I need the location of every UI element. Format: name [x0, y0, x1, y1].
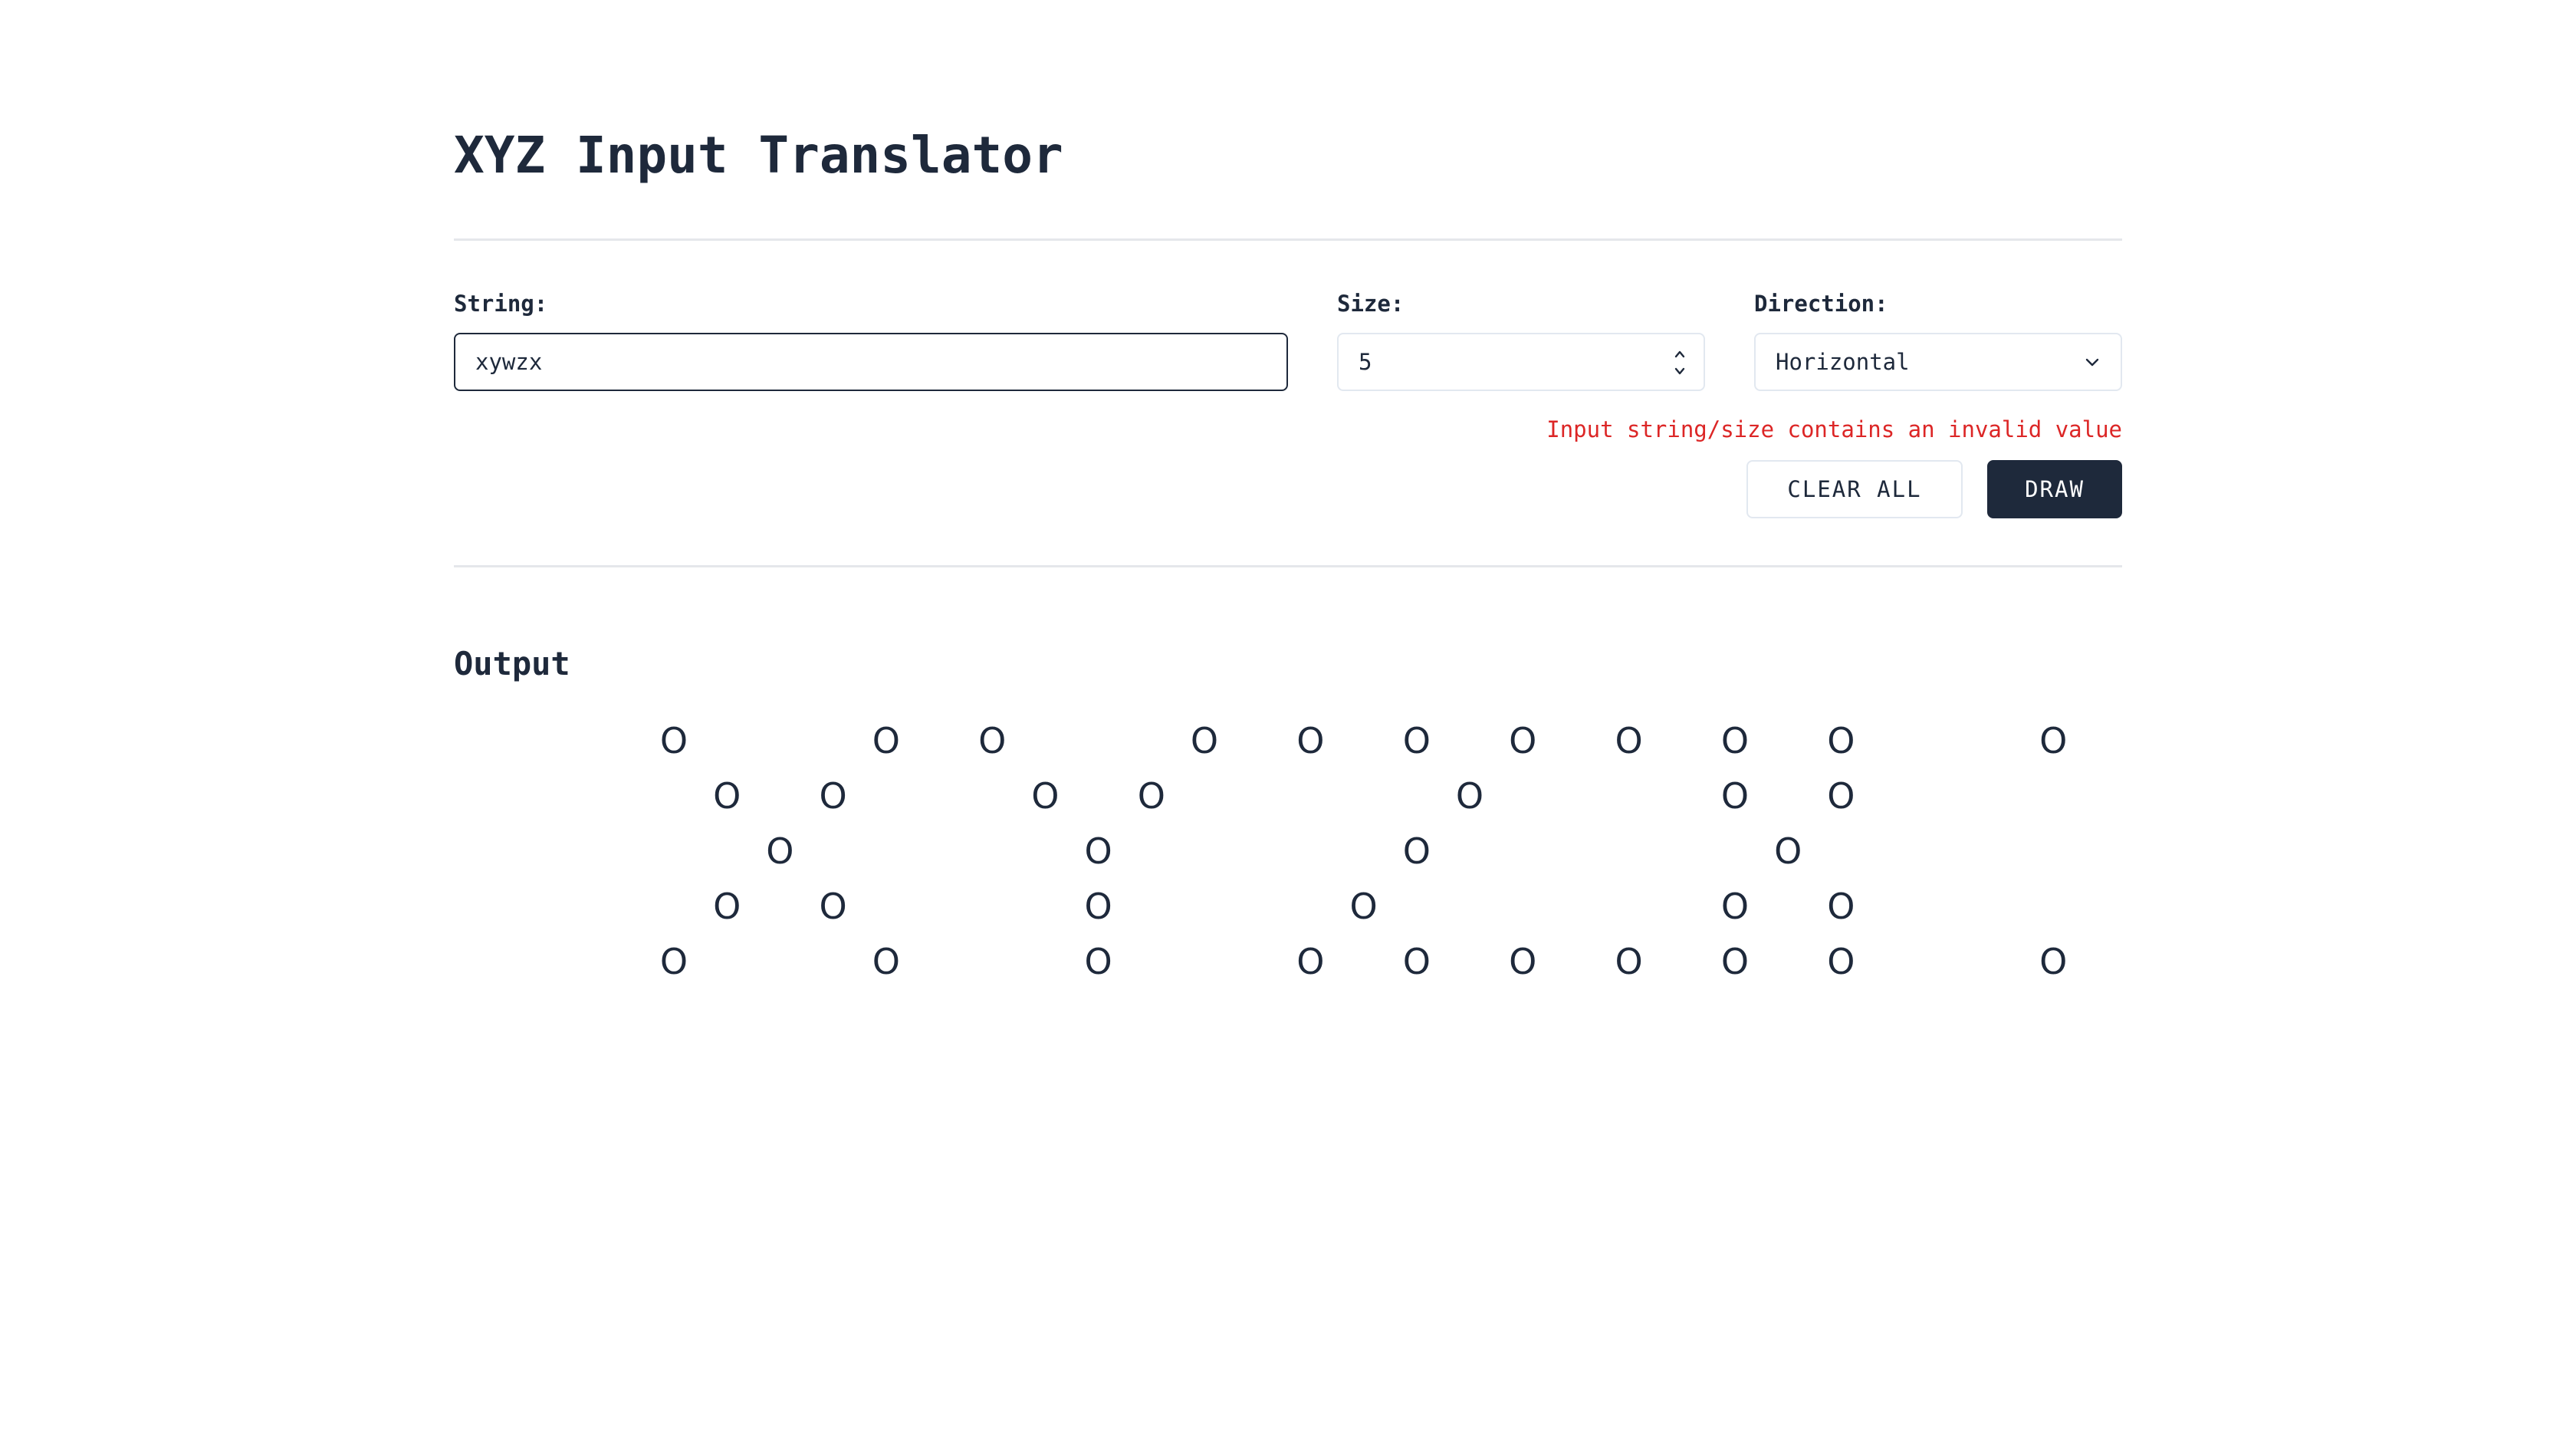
output-cell: O: [713, 775, 741, 817]
output-cell: O: [1827, 720, 1855, 761]
output-cell: O: [1720, 941, 1750, 982]
size-input[interactable]: 5: [1337, 333, 1705, 391]
output-cell: O: [1455, 775, 1484, 817]
output-cell: O: [872, 720, 900, 761]
output-cell: O: [1720, 775, 1750, 817]
output-cell: O: [2039, 941, 2068, 982]
output-cell: O: [819, 775, 847, 817]
output-cell: O: [1084, 941, 1112, 982]
output-cell: O: [1084, 886, 1112, 927]
output-cell: O: [1402, 830, 1431, 872]
string-label: String:: [454, 291, 548, 317]
size-input-value: 5: [1359, 349, 1372, 375]
size-label: Size:: [1337, 291, 1405, 317]
output-grid: OOOOOOOOOOOOOOOOOOOOOOOOOOOOOOOOOOOOOO: [454, 690, 2122, 997]
output-cell: O: [1349, 886, 1378, 927]
output-cell: O: [1084, 830, 1112, 872]
output-cell: O: [1031, 775, 1060, 817]
output-cell: O: [1296, 720, 1325, 761]
up-down-arrows-icon[interactable]: [1673, 348, 1687, 377]
output-cell: O: [1296, 941, 1325, 982]
output-cell: O: [1509, 720, 1537, 761]
output-cell: O: [1402, 720, 1431, 761]
output-cell: O: [1137, 775, 1165, 817]
draw-button[interactable]: DRAW: [1987, 460, 2122, 518]
clear-all-button[interactable]: CLEAR ALL: [1746, 460, 1963, 518]
output-divider: [454, 565, 2122, 567]
output-heading: Output: [454, 644, 570, 682]
error-message: Input string/size contains an invalid va…: [1546, 416, 2122, 442]
output-cell: O: [1827, 941, 1855, 982]
output-cell: O: [659, 941, 688, 982]
output-cell: O: [1402, 941, 1431, 982]
direction-select[interactable]: Horizontal: [1754, 333, 2122, 391]
output-cell: O: [1509, 941, 1537, 982]
direction-label: Direction:: [1754, 291, 1888, 317]
output-cell: O: [1720, 720, 1750, 761]
output-cell: O: [2039, 720, 2068, 761]
output-cell: O: [872, 941, 900, 982]
output-cell: O: [1720, 886, 1750, 927]
direction-select-value: Horizontal: [1776, 349, 1910, 375]
output-cell: O: [1615, 941, 1643, 982]
output-cell: O: [659, 720, 688, 761]
spinner-down-icon[interactable]: [1673, 365, 1687, 377]
output-cell: O: [1827, 886, 1855, 927]
output-cell: O: [1615, 720, 1643, 761]
output-cell: O: [819, 886, 847, 927]
output-cell: O: [1190, 720, 1219, 761]
spinner-up-icon[interactable]: [1673, 348, 1687, 360]
header-divider: [454, 238, 2122, 241]
output-cell: O: [1774, 830, 1802, 872]
chevron-down-icon: [2085, 358, 2099, 367]
string-input-value: xywzx: [475, 349, 543, 375]
output-cell: O: [713, 886, 741, 927]
string-input[interactable]: xywzx: [454, 333, 1288, 391]
output-cell: O: [1827, 775, 1855, 817]
output-cell: O: [978, 720, 1007, 761]
output-cell: O: [766, 830, 794, 872]
page-title: XYZ Input Translator: [454, 126, 1063, 185]
